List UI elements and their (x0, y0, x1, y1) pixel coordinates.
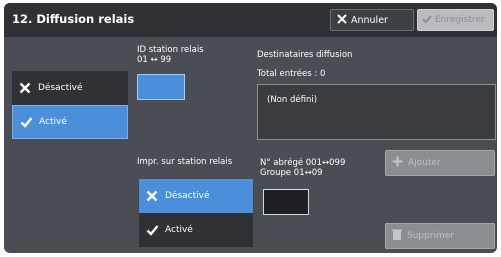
speed-dial-label: N° abrégé 001↔099 (260, 158, 346, 168)
station-id-label: ID station relais (137, 45, 204, 55)
check-icon (19, 115, 33, 129)
station-id-range: 01 ↔ 99 (137, 55, 172, 65)
recipients-list[interactable]: (Non défini) (257, 84, 496, 140)
print-station-label: Impr. sur station relais (137, 157, 233, 167)
page-title: 12. Diffusion relais (12, 12, 135, 26)
recipients-title: Destinataires diffusion (257, 50, 353, 60)
close-icon (145, 189, 159, 203)
cancel-label: Annuler (351, 14, 388, 26)
relay-on-label: Activé (39, 117, 67, 127)
add-button[interactable]: Ajouter (385, 150, 495, 176)
relay-broadcast-dialog: 12. Diffusion relais Annuler Enregistrer… (4, 3, 497, 253)
delete-label: Supprimer (407, 231, 455, 241)
relay-off-option[interactable]: Désactivé (12, 71, 128, 105)
print-station-off-label: Désactivé (165, 191, 210, 201)
check-icon (145, 223, 159, 237)
station-id-field[interactable] (137, 74, 185, 100)
recipients-total: Total entrées : 0 (257, 69, 326, 79)
relay-off-label: Désactivé (38, 83, 83, 93)
cancel-button[interactable]: Annuler (330, 9, 414, 31)
print-station-on-label: Activé (165, 225, 193, 235)
trash-icon (392, 229, 402, 243)
close-icon (18, 81, 32, 95)
group-label: Groupe 01↔09 (260, 168, 323, 178)
print-station-on-option[interactable]: Activé (139, 213, 253, 247)
check-icon (422, 14, 432, 27)
header-bar: 12. Diffusion relais Annuler Enregistrer (4, 3, 497, 37)
speed-dial-field[interactable] (263, 189, 309, 215)
relay-on-option[interactable]: Activé (12, 105, 128, 139)
save-button[interactable]: Enregistrer (417, 9, 494, 31)
delete-button[interactable]: Supprimer (385, 223, 495, 249)
save-label: Enregistrer (435, 15, 485, 25)
add-label: Ajouter (408, 158, 441, 168)
close-icon (337, 13, 347, 27)
print-station-off-option[interactable]: Désactivé (139, 179, 253, 213)
recipients-empty-text: (Non défini) (267, 95, 318, 105)
plus-icon (392, 156, 403, 170)
